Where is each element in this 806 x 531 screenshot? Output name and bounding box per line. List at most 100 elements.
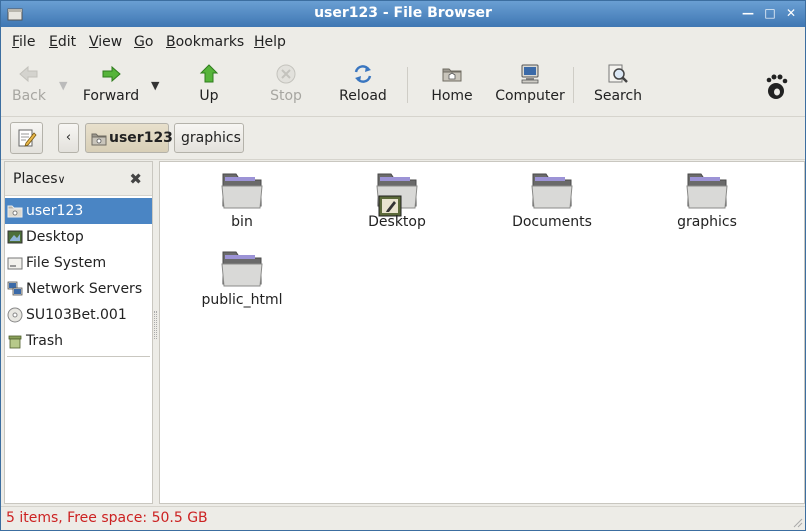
file-name: Documents [512, 214, 592, 230]
home-folder-icon [442, 68, 462, 82]
stop-button[interactable]: Stop [266, 63, 306, 104]
computer-icon [521, 64, 539, 84]
up-button[interactable]: Up [191, 63, 227, 104]
maximize-icon[interactable]: □ [761, 4, 779, 22]
file-name: bin [231, 214, 253, 230]
pane-resize-handle[interactable] [154, 311, 157, 339]
disc-icon [7, 307, 23, 323]
gnome-foot-icon [766, 74, 788, 99]
forward-label: Forward [82, 88, 140, 104]
location-bar: ‹ user123 graphics [1, 118, 805, 160]
file-item-public-html[interactable]: public_html [187, 248, 297, 308]
up-label: Up [199, 88, 219, 104]
file-name: graphics [677, 214, 737, 230]
desktop-folder-icon [376, 173, 418, 217]
menu-file-mnemonic: F [12, 34, 20, 50]
home-button[interactable]: Home [427, 63, 477, 104]
computer-label: Computer [495, 88, 565, 104]
toggle-location-entry-button[interactable] [10, 122, 43, 154]
search-label: Search [593, 88, 643, 104]
sidebar-item-trash[interactable]: Trash [5, 328, 152, 354]
forward-history-chevron-icon[interactable]: ▼ [151, 79, 159, 92]
sidebar-item-label: Desktop [26, 229, 84, 245]
status-text: 5 items, Free space: 50.5 GB [6, 510, 208, 526]
path-crumb-label: graphics [181, 130, 241, 146]
trash-icon [8, 335, 22, 349]
close-sidebar-icon[interactable]: ✖ [129, 170, 142, 188]
chevron-left-icon: ‹ [65, 130, 72, 145]
file-item-bin[interactable]: bin [187, 170, 297, 230]
folder-icon [531, 173, 573, 209]
menu-view-label: iew [98, 34, 123, 50]
sidebar-item-label: user123 [26, 203, 84, 219]
sidebar-item-desktop[interactable]: Desktop [5, 224, 152, 250]
menu-help[interactable]: Help [254, 34, 286, 50]
menu-view[interactable]: View [89, 34, 122, 50]
sidebar-item-network-servers[interactable]: Network Servers [5, 276, 152, 302]
file-item-desktop[interactable]: Desktop [342, 170, 452, 230]
menu-bookmarks[interactable]: Bookmarks [166, 34, 244, 50]
folder-icon [221, 173, 263, 209]
path-scroll-left-button[interactable]: ‹ [58, 123, 79, 153]
chevron-down-icon: ∨ [57, 173, 66, 186]
reload-icon [354, 65, 372, 83]
up-arrow-icon [199, 64, 219, 83]
drive-icon [7, 257, 23, 270]
menu-go-label: o [144, 34, 154, 50]
forward-button[interactable]: Forward [81, 63, 141, 104]
menu-go[interactable]: Go [134, 34, 153, 50]
stop-icon [276, 64, 296, 84]
home-folder-icon [91, 133, 107, 146]
path-crumb-graphics[interactable]: graphics [174, 123, 244, 153]
search-button[interactable]: Search [591, 63, 645, 104]
path-crumb-user123[interactable]: user123 [85, 123, 173, 153]
forward-arrow-icon [102, 65, 121, 83]
toolbar-separator [573, 67, 574, 103]
close-window-icon[interactable]: ✕ [782, 4, 800, 22]
sidebar-item-user123[interactable]: user123 [5, 198, 152, 224]
search-icon [608, 64, 628, 83]
menu-go-mnemonic: G [134, 34, 145, 50]
sidebar-item-disc[interactable]: SU103Bet.001 [5, 302, 152, 328]
window-title: user123 - File Browser [314, 5, 492, 21]
back-button[interactable]: Back [7, 63, 51, 104]
sidebar-item-file-system[interactable]: File System [5, 250, 152, 276]
sidebar-header: Places∨ ✖ [5, 162, 152, 196]
network-icon [7, 281, 23, 296]
minimize-icon[interactable]: — [739, 4, 757, 22]
back-arrow-icon [19, 65, 38, 83]
menu-view-mnemonic: V [89, 34, 99, 50]
reload-button[interactable]: Reload [335, 63, 391, 104]
sidebar-separator [7, 356, 150, 357]
edit-location-icon [18, 129, 37, 147]
stop-label: Stop [270, 88, 302, 104]
sidebar-type-label: Places [13, 171, 58, 187]
file-item-graphics[interactable]: graphics [652, 170, 762, 230]
folder-icon [221, 251, 263, 287]
title-bar[interactable]: user123 - File Browser — □ ✕ [1, 1, 805, 27]
sidebar-item-label: Trash [26, 333, 63, 349]
back-label: Back [12, 88, 46, 104]
menu-file[interactable]: File [12, 34, 35, 50]
desktop-icon [7, 230, 23, 244]
sidebar-type-selector[interactable]: Places∨ [13, 171, 66, 187]
menu-file-label: ile [19, 34, 36, 50]
menu-bar: File Edit View Go Bookmarks Help [1, 27, 805, 57]
reload-label: Reload [339, 88, 387, 104]
status-bar: 5 items, Free space: 50.5 GB [1, 506, 805, 530]
file-name: public_html [201, 292, 283, 308]
file-item-documents[interactable]: Documents [497, 170, 607, 230]
sidebar-item-label: Network Servers [26, 281, 143, 297]
home-label: Home [431, 88, 473, 104]
file-icon-view[interactable]: bin Desktop Documents graphics public_ht… [159, 161, 805, 504]
menu-edit[interactable]: Edit [49, 34, 76, 50]
menu-edit-label: dit [57, 34, 77, 50]
back-history-chevron-icon[interactable]: ▼ [59, 79, 67, 92]
places-sidebar: Places∨ ✖ user123 Desktop File System Ne… [4, 161, 153, 504]
computer-button[interactable]: Computer [493, 63, 567, 104]
menu-edit-mnemonic: E [49, 34, 58, 50]
menu-help-mnemonic: H [254, 34, 265, 50]
resize-grip-icon[interactable] [791, 516, 803, 528]
home-folder-icon [7, 205, 23, 218]
toolbar: Back ▼ Forward ▼ Up Stop Reload Home Com… [1, 57, 805, 117]
